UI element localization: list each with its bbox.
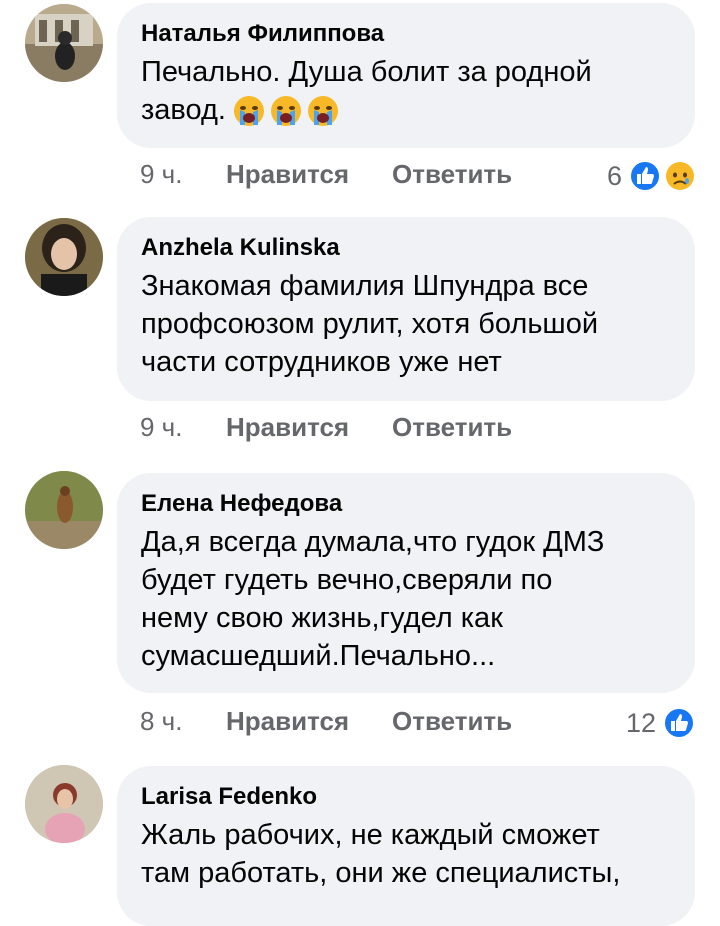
- reaction-count: 6: [606, 160, 622, 191]
- reply-button[interactable]: Ответить: [392, 706, 512, 737]
- crying-face-icon: [233, 96, 264, 127]
- reply-button[interactable]: Ответить: [392, 159, 512, 190]
- like-button[interactable]: Нравится: [226, 706, 349, 737]
- comment-author[interactable]: Елена Нефедова: [141, 487, 669, 521]
- comment-time[interactable]: 9 ч.: [140, 412, 182, 443]
- comment-actions: 8 ч. Нравится Ответить: [140, 706, 696, 740]
- avatar[interactable]: [25, 471, 103, 549]
- comment-author[interactable]: Наталья Филиппова: [141, 17, 669, 51]
- like-reaction-icon: [663, 707, 695, 739]
- like-button[interactable]: Нравится: [226, 412, 349, 443]
- comment-bubble: Anzhela Kulinska Знакомая фамилия Шпундр…: [117, 217, 695, 401]
- emoji-group: [232, 94, 340, 128]
- crying-face-icon: [270, 96, 301, 127]
- comment-author[interactable]: Larisa Fedenko: [141, 780, 669, 814]
- comment-time[interactable]: 8 ч.: [140, 706, 182, 737]
- comment-text: Жаль рабочих, не каждый сможет там работ…: [141, 819, 621, 889]
- reactions-summary[interactable]: 6: [607, 159, 696, 193]
- like-reaction-icon: [629, 160, 661, 192]
- avatar[interactable]: [25, 765, 103, 843]
- comment-text: Да,я всегда думала,что гудок ДМЗ будет г…: [141, 526, 605, 672]
- comment-text: Печально. Душа болит за родной завод.: [141, 53, 669, 129]
- crying-face-icon: [307, 96, 338, 127]
- reactions-summary[interactable]: 12: [626, 706, 696, 740]
- sad-reaction-icon: [666, 162, 694, 190]
- comment-bubble: Елена Нефедова Да,я всегда думала,что гу…: [117, 473, 695, 693]
- comment-time[interactable]: 9 ч.: [140, 159, 182, 190]
- like-button[interactable]: Нравится: [226, 159, 349, 190]
- reply-button[interactable]: Ответить: [392, 412, 512, 443]
- comment-bubble: Наталья Филиппова Печально. Душа болит з…: [117, 3, 695, 148]
- comment-text: Знакомая фамилия Шпундра все профсоюзом …: [141, 270, 599, 378]
- avatar[interactable]: [25, 218, 103, 296]
- comment-actions: 9 ч. Нравится Ответить: [140, 412, 696, 446]
- comment-author[interactable]: Anzhela Kulinska: [141, 231, 669, 265]
- reaction-count: 12: [625, 707, 656, 738]
- avatar[interactable]: [25, 4, 103, 82]
- comment-bubble: Larisa Fedenko Жаль рабочих, не каждый с…: [117, 766, 695, 926]
